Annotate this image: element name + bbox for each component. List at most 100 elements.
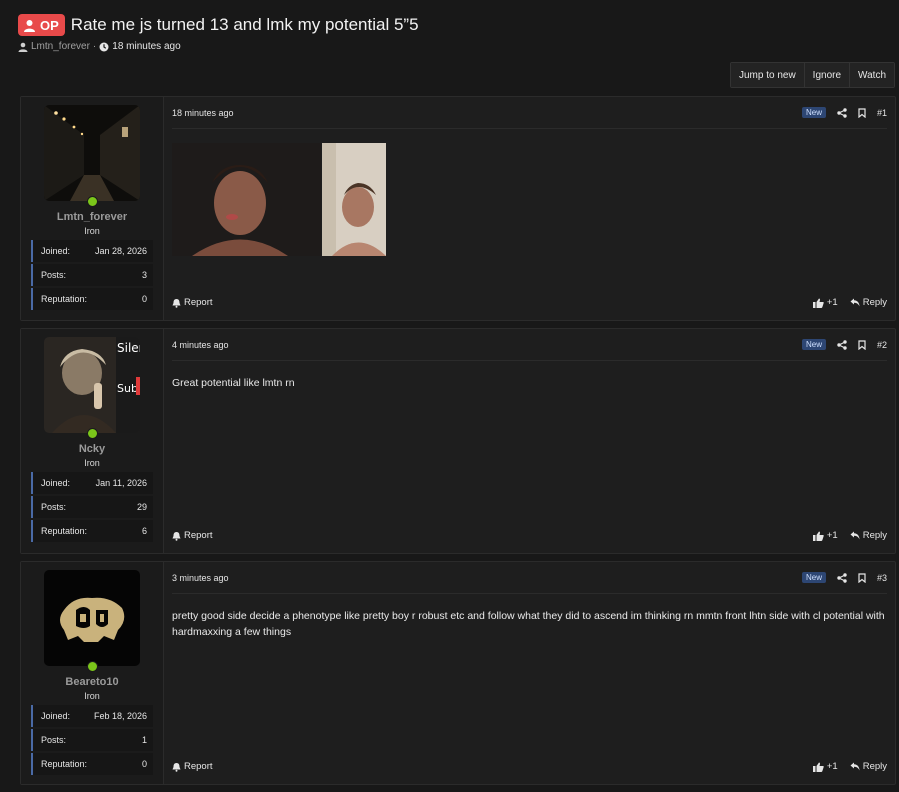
user-icon (18, 42, 28, 52)
stat-value: 29 (136, 502, 147, 512)
post-header: 4 minutes ago New #2 (172, 329, 887, 361)
report-label: Report (184, 530, 213, 541)
stat-label: Joined: (41, 246, 71, 256)
reply-button[interactable]: Reply (850, 761, 887, 772)
thread-time: 18 minutes ago (112, 41, 181, 52)
watch-button[interactable]: Watch (850, 63, 894, 87)
stat-label: Posts: (41, 270, 67, 280)
reply-label: Reply (862, 297, 887, 308)
like-button[interactable]: +1 (812, 761, 838, 772)
jump-to-new-button[interactable]: Jump to new (730, 63, 805, 87)
thumbs-up-icon (812, 298, 824, 308)
stat-value: 6 (141, 526, 147, 536)
user-stats: Joined: Jan 11, 2026 Posts: 29 Reputation:… (31, 472, 153, 544)
post-user-panel: Lmtn_forever Iron Joined: Jan 28, 2026 Po… (21, 97, 164, 320)
user-rank: Iron (84, 691, 100, 701)
post-user-panel: Beareto10 Iron Joined: Feb 18, 2026 Posts… (21, 562, 164, 784)
online-indicator (87, 428, 98, 439)
post-body: Great potential like lmtn rn (172, 377, 295, 389)
clock-icon (99, 42, 109, 51)
reply-button[interactable]: Reply (850, 530, 887, 541)
bookmark-icon[interactable] (858, 572, 866, 583)
report-button[interactable]: Report (172, 761, 213, 772)
stat-posts: Posts: 29 (31, 496, 153, 518)
share-icon[interactable] (837, 572, 847, 583)
post-main: 3 minutes ago New #3 pretty good side de… (164, 562, 895, 784)
post-number[interactable]: #2 (877, 340, 887, 350)
stat-posts: Posts: 1 (31, 729, 153, 751)
username[interactable]: Ncky (79, 443, 105, 455)
stat-label: Reputation: (41, 526, 88, 536)
stat-value: 3 (141, 270, 147, 280)
user-stats: Joined: Jan 28, 2026 Posts: 3 Reputation: 0 (31, 240, 153, 312)
thumbs-up-icon (812, 531, 824, 541)
stat-reputation: Reputation: 6 (31, 520, 153, 542)
user-rank: Iron (84, 458, 100, 468)
post-time[interactable]: 4 minutes ago (172, 340, 229, 350)
reply-label: Reply (862, 761, 887, 772)
username[interactable]: Beareto10 (65, 676, 118, 688)
online-indicator (87, 661, 98, 672)
bookmark-icon[interactable] (858, 339, 866, 350)
post-number[interactable]: #3 (877, 573, 887, 583)
like-count: +1 (826, 530, 838, 541)
like-button[interactable]: +1 (812, 297, 838, 308)
attachment-image-front[interactable] (172, 143, 321, 256)
bell-icon (172, 531, 181, 541)
report-label: Report (184, 297, 213, 308)
post-time[interactable]: 3 minutes ago (172, 573, 229, 583)
thread-author-link[interactable]: Lmtn_forever (31, 41, 90, 52)
online-indicator (87, 196, 98, 207)
thread-actions: Jump to new Ignore Watch (729, 62, 895, 88)
post-body: pretty good side decide a phenotype like… (172, 610, 885, 638)
avatar[interactable] (44, 105, 140, 207)
bell-icon (172, 298, 181, 308)
attachment-image-side[interactable] (322, 143, 386, 256)
post-user-panel: Silenc Sub5 Ncky Iron Joined: Jan 11, 202… (21, 329, 164, 553)
bookmark-icon[interactable] (858, 107, 866, 118)
reply-icon (850, 762, 860, 771)
stat-label: Posts: (41, 502, 67, 512)
stat-value: 0 (141, 759, 147, 769)
report-button[interactable]: Report (172, 530, 213, 541)
post-time[interactable]: 18 minutes ago (172, 108, 234, 118)
stat-reputation: Reputation: 0 (31, 288, 153, 310)
user-stats: Joined: Feb 18, 2026 Posts: 1 Reputation: 0 (31, 705, 153, 777)
report-label: Report (184, 761, 213, 772)
avatar-text: Silenc (117, 341, 140, 355)
post-header: 18 minutes ago New #1 (172, 97, 887, 129)
post-3: Beareto10 Iron Joined: Feb 18, 2026 Posts… (20, 561, 896, 785)
stat-value: 1 (141, 735, 147, 745)
stat-joined: Joined: Jan 28, 2026 (31, 240, 153, 262)
stat-value: Jan 28, 2026 (94, 246, 147, 256)
avatar-image (44, 570, 140, 666)
thread-meta: Lmtn_forever · 18 minutes ago (18, 41, 888, 52)
stat-label: Posts: (41, 735, 67, 745)
stat-label: Joined: (41, 711, 71, 721)
attachment-gallery (172, 143, 887, 256)
stat-joined: Joined: Feb 18, 2026 (31, 705, 153, 727)
avatar[interactable]: Silenc Sub5 (44, 337, 140, 439)
stat-label: Reputation: (41, 294, 88, 304)
reply-label: Reply (862, 530, 887, 541)
reply-button[interactable]: Reply (850, 297, 887, 308)
post-number[interactable]: #1 (877, 108, 887, 118)
avatar[interactable] (44, 570, 140, 672)
ignore-button[interactable]: Ignore (804, 63, 851, 87)
user-icon (24, 19, 35, 32)
post-body (172, 129, 887, 256)
new-badge: New (801, 339, 826, 350)
share-icon[interactable] (837, 339, 847, 350)
post-2: Silenc Sub5 Ncky Iron Joined: Jan 11, 202… (20, 328, 896, 554)
share-icon[interactable] (837, 107, 847, 118)
bell-icon (172, 762, 181, 772)
post-footer: Report +1 Reply (172, 761, 887, 772)
like-button[interactable]: +1 (812, 530, 838, 541)
avatar-image (44, 105, 140, 201)
stat-joined: Joined: Jan 11, 2026 (31, 472, 153, 494)
post-main: 4 minutes ago New #2 Great potential lik… (164, 329, 895, 553)
report-button[interactable]: Report (172, 297, 213, 308)
reply-icon (850, 531, 860, 540)
post-footer: Report +1 Reply (172, 297, 887, 308)
username[interactable]: Lmtn_forever (57, 211, 127, 223)
